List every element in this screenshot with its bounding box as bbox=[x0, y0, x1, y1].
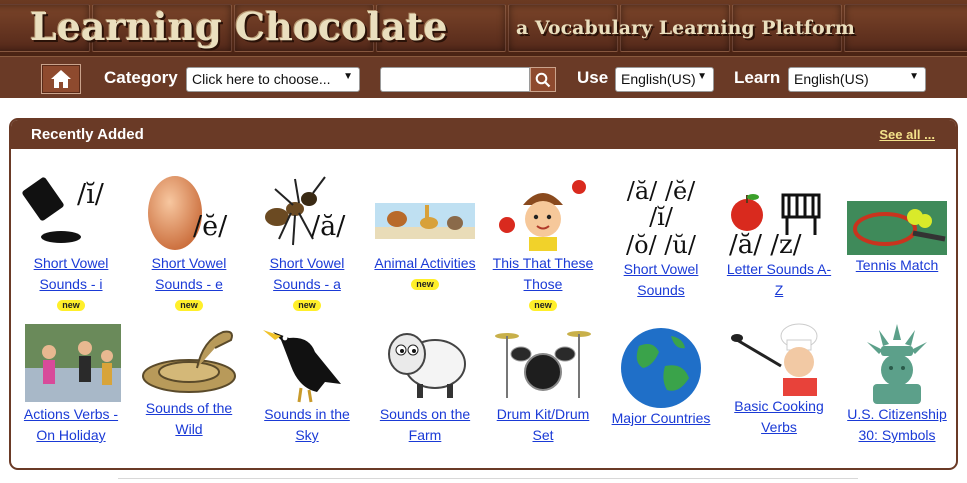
card-label[interactable]: Animal Activities bbox=[369, 253, 481, 274]
new-badge: new bbox=[529, 300, 557, 311]
card-short-vowel-sounds[interactable]: /ă/ /ĕ/ /ĭ/ /ŏ/ /ŭ/ Short Vowel Sounds bbox=[605, 173, 717, 301]
learn-language-select[interactable]: English(US) ▼ bbox=[788, 67, 926, 92]
card-animal-activities[interactable]: Animal Activities new bbox=[369, 173, 481, 292]
sheep-icon bbox=[388, 333, 466, 398]
site-banner: Learning Chocolate a Vocabulary Learning… bbox=[0, 0, 967, 56]
chocolate-tile bbox=[844, 4, 967, 52]
ant-icon: /ă/ bbox=[265, 176, 346, 246]
card-label[interactable]: Sounds on the Farm bbox=[369, 404, 481, 446]
use-language-value: English(US) bbox=[621, 71, 696, 87]
phonetic-i: /ĭ/ bbox=[77, 179, 105, 210]
card-label[interactable]: Letter Sounds A-Z bbox=[723, 259, 835, 301]
crow-icon bbox=[263, 330, 341, 403]
globe-icon bbox=[621, 328, 701, 408]
home-button[interactable] bbox=[41, 64, 81, 94]
apple-zebra-icon: /ă/ /z/ bbox=[729, 193, 821, 259]
use-label: Use bbox=[577, 68, 609, 87]
card-sounds-sky[interactable]: Sounds in the Sky bbox=[251, 322, 363, 446]
card-label[interactable]: Tennis Match bbox=[841, 255, 953, 276]
card-label[interactable]: Actions Verbs - On Holiday bbox=[15, 404, 127, 446]
category-label: Category bbox=[104, 68, 178, 87]
new-badge: new bbox=[57, 300, 85, 311]
card-label[interactable]: This That These Those bbox=[487, 253, 599, 295]
card-short-vowel-e[interactable]: /ĕ/ Short Vowel Sounds - e new bbox=[133, 173, 245, 313]
card-cooking-verbs[interactable]: Basic Cooking Verbs bbox=[723, 322, 835, 438]
bottom-divider bbox=[118, 478, 858, 483]
phonetic-az: /ă/ /z/ bbox=[729, 230, 802, 259]
chef-child-icon bbox=[731, 323, 818, 396]
card-major-countries[interactable]: Major Countries bbox=[605, 322, 717, 429]
card-label[interactable]: U.S. Citizenship 30: Symbols bbox=[841, 404, 953, 446]
card-label[interactable]: Sounds of the Wild bbox=[133, 398, 245, 440]
card-sounds-wild[interactable]: Sounds of the Wild bbox=[133, 322, 245, 440]
vowel-symbols-icon: /ă/ /ĕ/ /ĭ/ /ŏ/ /ŭ/ bbox=[626, 177, 697, 259]
card-letter-sounds[interactable]: /ă/ /z/ Letter Sounds A-Z bbox=[723, 173, 835, 301]
recently-added-panel: Recently Added See all ... /ĭ/ Short Vow… bbox=[9, 118, 958, 470]
phonetic-line: /ĭ/ bbox=[649, 203, 674, 231]
chevron-down-icon: ▼ bbox=[909, 71, 919, 82]
card-short-vowel-a[interactable]: /ă/ Short Vowel Sounds - a new bbox=[251, 173, 363, 313]
statue-of-liberty-icon bbox=[867, 324, 927, 404]
search-button[interactable] bbox=[530, 67, 556, 92]
nav-bar: Category Click here to choose... ▼ Use E… bbox=[0, 56, 967, 98]
boy-with-apples-icon bbox=[499, 180, 586, 251]
category-select-value: Click here to choose... bbox=[192, 71, 331, 87]
ink-bottle-icon: /ĭ/ bbox=[22, 177, 105, 243]
use-language-select[interactable]: English(US) ▼ bbox=[615, 67, 714, 92]
card-label[interactable]: Drum Kit/Drum Set bbox=[487, 404, 599, 446]
phonetic-line: /ŏ/ /ŭ/ bbox=[626, 231, 697, 259]
snake-icon bbox=[142, 330, 236, 393]
category-select[interactable]: Click here to choose... ▼ bbox=[186, 67, 360, 92]
phonetic-line: /ă/ /ĕ/ bbox=[627, 177, 696, 205]
see-all-link[interactable]: See all ... bbox=[879, 127, 935, 142]
card-sounds-farm[interactable]: Sounds on the Farm bbox=[369, 322, 481, 446]
chevron-down-icon: ▼ bbox=[697, 71, 707, 82]
new-badge: new bbox=[411, 279, 439, 290]
drum-kit-icon bbox=[495, 331, 591, 398]
phonetic-a: /ă/ bbox=[311, 211, 346, 242]
learn-language-value: English(US) bbox=[794, 71, 869, 87]
card-label[interactable]: Sounds in the Sky bbox=[251, 404, 363, 446]
card-this-that[interactable]: This That These Those new bbox=[487, 173, 599, 313]
card-us-citizenship[interactable]: U.S. Citizenship 30: Symbols bbox=[841, 322, 953, 446]
search-icon bbox=[535, 72, 551, 87]
card-drum-kit[interactable]: Drum Kit/Drum Set bbox=[487, 322, 599, 446]
learn-label: Learn bbox=[734, 68, 781, 87]
card-label[interactable]: Short Vowel Sounds - a bbox=[251, 253, 363, 295]
card-tennis-match[interactable]: Tennis Match bbox=[841, 173, 953, 276]
new-badge: new bbox=[293, 300, 321, 311]
panel-title: Recently Added bbox=[31, 126, 144, 143]
tennis-racket-icon bbox=[847, 201, 947, 255]
card-label[interactable]: Basic Cooking Verbs bbox=[723, 396, 835, 438]
home-icon bbox=[51, 70, 71, 88]
new-badge: new bbox=[175, 300, 203, 311]
site-subtitle: a Vocabulary Learning Platform bbox=[516, 17, 855, 39]
site-logo-title[interactable]: Learning Chocolate bbox=[30, 4, 448, 49]
card-short-vowel-i[interactable]: /ĭ/ Short Vowel Sounds - i new bbox=[15, 173, 127, 313]
card-actions-verbs[interactable]: Actions Verbs - On Holiday bbox=[15, 322, 127, 446]
search-input[interactable] bbox=[380, 67, 530, 92]
card-label[interactable]: Major Countries bbox=[605, 408, 717, 429]
card-label[interactable]: Short Vowel Sounds bbox=[605, 259, 717, 301]
card-label[interactable]: Short Vowel Sounds - i bbox=[15, 253, 127, 295]
chevron-down-icon: ▼ bbox=[343, 71, 353, 82]
animals-scene-icon bbox=[375, 203, 475, 239]
panel-header: Recently Added See all ... bbox=[11, 120, 956, 149]
card-label[interactable]: Short Vowel Sounds - e bbox=[133, 253, 245, 295]
phonetic-e: /ĕ/ bbox=[193, 211, 228, 242]
egg-icon: /ĕ/ bbox=[148, 176, 228, 250]
holiday-photo-icon bbox=[25, 324, 121, 402]
